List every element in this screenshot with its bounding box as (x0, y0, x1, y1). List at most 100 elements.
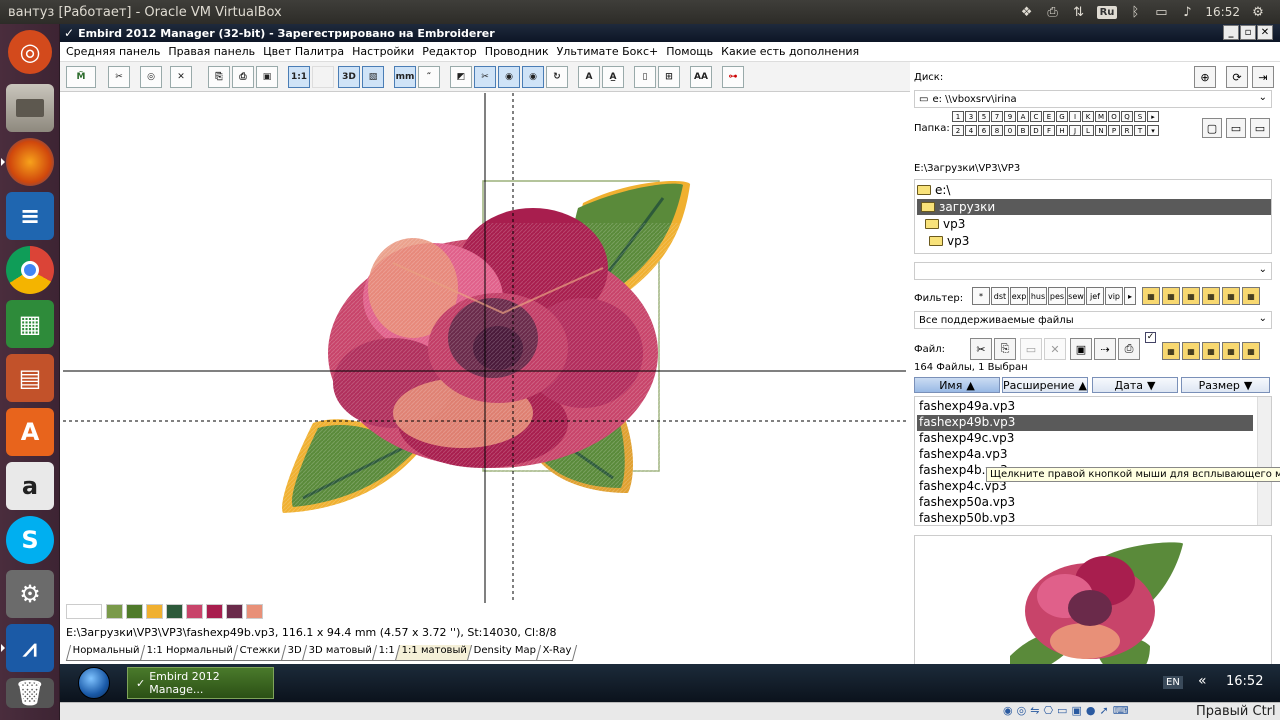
key-button[interactable]: ⊶ (722, 66, 744, 88)
color-swatch[interactable] (106, 604, 123, 619)
language-indicator[interactable]: EN (1163, 676, 1183, 689)
printer-icon[interactable]: ⎙ (1045, 4, 1061, 20)
cross-tool-button[interactable]: ✕ (170, 66, 192, 88)
folder-jump-key[interactable]: 8 (991, 125, 1003, 136)
rotate-button[interactable]: ↻ (546, 66, 568, 88)
delete-button[interactable]: ✕ (1044, 338, 1066, 360)
folder-jump-key[interactable]: 5 (978, 111, 990, 122)
folder-jump-key[interactable]: T (1134, 125, 1146, 136)
battery-icon[interactable]: ▭ (1153, 4, 1169, 20)
ruler-mm-button[interactable]: mm (394, 66, 416, 88)
arrow-down-icon[interactable]: ▾ (1147, 125, 1159, 136)
column-date[interactable]: Дата ▼ (1092, 377, 1178, 393)
copy-file-button[interactable]: ⎘ (994, 338, 1016, 360)
folder-jump-key[interactable]: A (1017, 111, 1029, 122)
tab-x-ray[interactable]: X-Ray (536, 645, 578, 661)
folder-jump-key[interactable]: K (1082, 111, 1094, 122)
view-mode-10-button[interactable]: ▦ (1222, 342, 1240, 360)
color-swatch[interactable] (126, 604, 143, 619)
tab-normal[interactable]: Нормальный (65, 645, 146, 661)
folder-jump-key[interactable]: R (1121, 125, 1133, 136)
filter-all-button[interactable]: * (972, 287, 990, 305)
text-a-button[interactable]: A (578, 66, 600, 88)
column-name[interactable]: Имя ▲ (914, 377, 1000, 393)
scissors-button[interactable]: ✂ (474, 66, 496, 88)
open-folder-button[interactable]: ▭ (1226, 118, 1246, 138)
view-mode-6-button[interactable]: ▦ (1242, 287, 1260, 305)
filter-pes-button[interactable]: pes (1048, 287, 1066, 305)
scrollbar[interactable] (1257, 397, 1271, 525)
power-gear-icon[interactable]: ⚙ (1250, 4, 1266, 20)
ruler-inch-button[interactable]: ″ (418, 66, 440, 88)
text-a2-button[interactable]: A̲ (602, 66, 624, 88)
embroidery-canvas[interactable] (63, 93, 906, 603)
tab-3d-matte[interactable]: 3D матовый (301, 645, 377, 661)
tree-button[interactable]: ⊞ (658, 66, 680, 88)
view-mode-3-button[interactable]: ▦ (1182, 287, 1200, 305)
folder-jump-key[interactable]: 0 (1004, 125, 1016, 136)
folder-jump-key[interactable]: E (1043, 111, 1055, 122)
menu-item[interactable]: Какие есть дополнения (721, 45, 859, 58)
chromium-icon[interactable] (6, 246, 54, 294)
cd-icon[interactable]: ◎ (1017, 704, 1027, 717)
color-swatch[interactable] (166, 604, 183, 619)
folder-jump-key[interactable]: 9 (1004, 111, 1016, 122)
filter-sew-button[interactable]: sew (1067, 287, 1085, 305)
zoom-button[interactable]: ⊕ (1194, 66, 1216, 88)
folder-jump-key[interactable]: C (1030, 111, 1042, 122)
ubuntu-dash-icon[interactable]: ◎ (8, 30, 52, 74)
firefox-icon[interactable] (1, 138, 54, 186)
view-mode-5-button[interactable]: ▦ (1222, 287, 1240, 305)
pages-button[interactable]: ▯ (634, 66, 656, 88)
trash-icon[interactable]: 🗑 (6, 678, 54, 708)
extra-select[interactable]: ⌄ (914, 262, 1272, 280)
color-swatch[interactable] (146, 604, 163, 619)
folder-jump-key[interactable]: 1 (952, 111, 964, 122)
folder-jump-key[interactable]: J (1069, 125, 1081, 136)
folder-jump-key[interactable]: I (1069, 111, 1081, 122)
keyboard-capture-icon[interactable]: ⌨ (1113, 704, 1129, 717)
view-mode-7-button[interactable]: ▦ (1162, 342, 1180, 360)
amazon-icon[interactable]: a (6, 462, 54, 510)
color-swatch[interactable] (246, 604, 263, 619)
tab-1-1-normal[interactable]: 1:1 Нормальный (139, 645, 239, 661)
chevron-left-icon[interactable]: « (1198, 673, 1207, 689)
tab-density-map[interactable]: Density Map (466, 645, 542, 661)
disk-select[interactable]: ▭ e: \\vboxsrv\irina ⌄ (914, 90, 1272, 108)
keyboard-layout-indicator[interactable]: Ru (1096, 5, 1118, 19)
stitch-tool-button[interactable]: M̃ (66, 66, 96, 88)
video-capture-icon[interactable]: ● (1086, 704, 1096, 717)
folder-jump-key[interactable]: 2 (952, 125, 964, 136)
color-swatch[interactable] (206, 604, 223, 619)
eye-button[interactable]: ◉ (498, 66, 520, 88)
dropbox-icon[interactable]: ❖ (1019, 4, 1035, 20)
folder-jump-key[interactable]: M (1095, 111, 1107, 122)
eye2-button[interactable]: ◉ (522, 66, 544, 88)
view-mode-2-button[interactable]: ▦ (1162, 287, 1180, 305)
zoom-1-1-button[interactable]: 1:1 (288, 66, 310, 88)
move-button[interactable]: ⇢ (1094, 338, 1116, 360)
color-swatch[interactable] (226, 604, 243, 619)
list-item[interactable]: fashexp49b.vp3 (917, 415, 1253, 431)
folder-jump-key[interactable]: G (1056, 111, 1068, 122)
paste-button[interactable]: ▭ (1020, 338, 1042, 360)
volume-icon[interactable]: ♪ (1179, 4, 1195, 20)
folder-jump-key[interactable]: P (1108, 125, 1120, 136)
list-item[interactable]: fashexp49c.vp3 (917, 431, 1253, 447)
transfer-icon[interactable]: ⇅ (1071, 4, 1087, 20)
list-item[interactable]: fashexp4a.vp3 (917, 447, 1253, 463)
system-settings-icon[interactable]: ⚙ (6, 570, 54, 618)
folder-jump-key[interactable]: L (1082, 125, 1094, 136)
mouse-integration-icon[interactable]: ➚ (1099, 704, 1108, 717)
refresh-button[interactable]: ⟳ (1226, 66, 1248, 88)
writer-icon[interactable]: ≡ (6, 192, 54, 240)
column-extension[interactable]: Расширение ▲ (1002, 377, 1088, 393)
folder-jump-key[interactable]: Q (1121, 111, 1133, 122)
menu-item[interactable]: Настройки (352, 45, 414, 58)
clock[interactable]: 16:52 (1205, 5, 1240, 19)
tab-stitches[interactable]: Стежки (232, 645, 286, 661)
hdd-icon[interactable]: ◉ (1003, 704, 1013, 717)
menu-item[interactable]: Ультимате Бокс+ (557, 45, 659, 58)
arrow-right-icon[interactable]: ▸ (1147, 111, 1159, 122)
menu-item[interactable]: Правая панель (168, 45, 255, 58)
